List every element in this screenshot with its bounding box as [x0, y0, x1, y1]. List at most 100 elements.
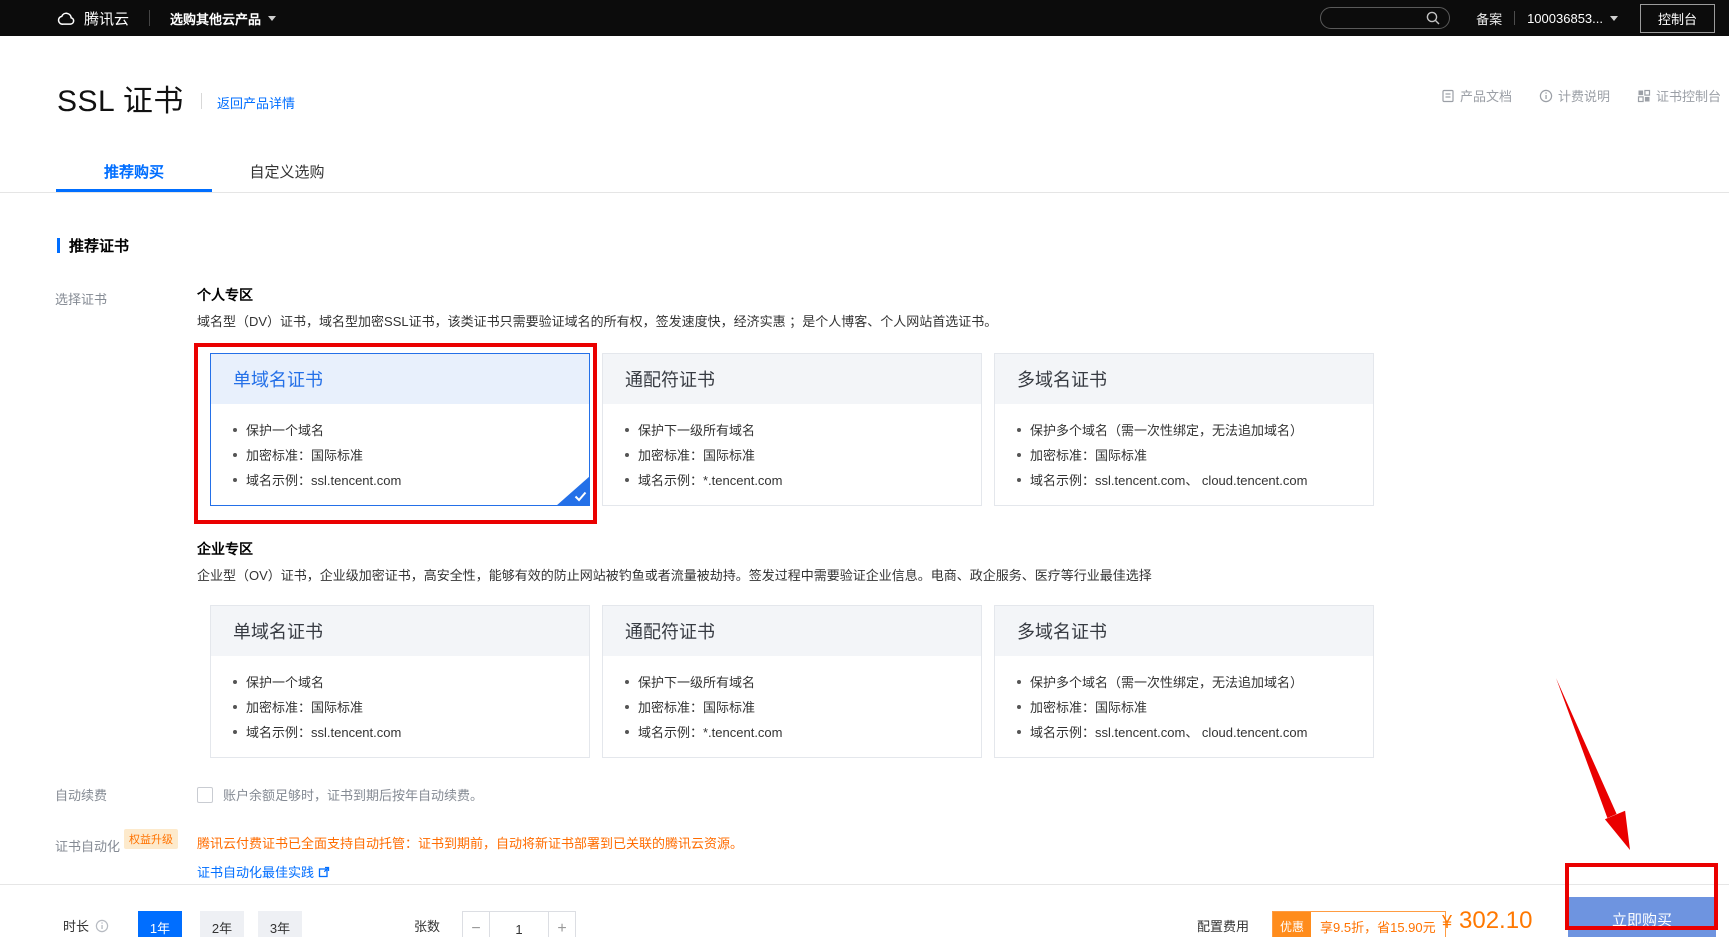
benefit-upgrade-badge: 权益升级 [124, 829, 178, 849]
card-feature: 加密标准：国际标准 [233, 442, 571, 467]
cert-automation-best-practice-link[interactable]: 证书自动化最佳实践 [197, 862, 743, 881]
cert-card-wildcard[interactable]: 通配符证书 保护下一级所有域名 加密标准：国际标准 域名示例：*.tencent… [602, 353, 982, 506]
account-id: 100036853... [1527, 11, 1603, 26]
card-feature: 加密标准：国际标准 [1017, 694, 1355, 719]
card-feature: 加密标准：国际标准 [1017, 442, 1355, 467]
logo-text: 腾讯云 [84, 8, 129, 29]
bullet-icon [233, 453, 237, 457]
bullet-icon [233, 428, 237, 432]
card-feature: 域名示例：ssl.tencent.com、 cloud.tencent.com [1017, 467, 1355, 492]
bullet-icon [1017, 453, 1021, 457]
beian-link[interactable]: 备案 [1476, 9, 1502, 28]
tab-custom[interactable]: 自定义选购 [212, 158, 362, 192]
card-feature: 域名示例：ssl.tencent.com [233, 719, 571, 744]
cert-card-single-domain-ov[interactable]: 单域名证书 保护一个域名 加密标准：国际标准 域名示例：ssl.tencent.… [210, 605, 590, 758]
select-cert-label: 选择证书 [55, 283, 197, 758]
auto-renew-checkbox[interactable] [197, 787, 213, 803]
search-icon[interactable] [1425, 10, 1441, 26]
info-icon [1539, 89, 1558, 103]
card-feature: 加密标准：国际标准 [625, 694, 963, 719]
currency-symbol: ¥ [1442, 912, 1452, 933]
bullet-icon [625, 730, 629, 734]
chevron-down-icon [1610, 16, 1618, 21]
card-feature: 保护一个域名 [233, 417, 571, 442]
quantity-input[interactable] [490, 911, 548, 937]
cert-console-link[interactable]: 证书控制台 [1637, 86, 1721, 105]
info-icon[interactable] [95, 919, 109, 933]
header-doc-links: 产品文档 计费说明 证书控制台 [1414, 86, 1721, 105]
top-navbar: 腾讯云 选购其他云产品 备案 100036853... 控制台 [0, 0, 1729, 36]
buy-now-button[interactable]: 立即购买 [1568, 897, 1716, 937]
cert-card-wildcard-ov[interactable]: 通配符证书 保护下一级所有域名 加密标准：国际标准 域名示例：*.tencent… [602, 605, 982, 758]
bullet-icon [233, 680, 237, 684]
cert-card-multi-domain-ov[interactable]: 多域名证书 保护多个域名（需一次性绑定，无法追加域名） 加密标准：国际标准 域名… [994, 605, 1374, 758]
bullet-icon [1017, 680, 1021, 684]
card-feature: 加密标准：国际标准 [625, 442, 963, 467]
duration-option-2year[interactable]: 2年 [200, 911, 244, 937]
card-title: 单域名证书 [233, 618, 323, 644]
duration-option-1year[interactable]: 1年 [138, 911, 182, 937]
navbar-search[interactable] [1320, 7, 1450, 29]
document-icon [1441, 89, 1460, 103]
section-title: 推荐证书 [69, 235, 129, 256]
account-menu[interactable]: 100036853... [1527, 11, 1618, 26]
billing-info-link[interactable]: 计费说明 [1539, 86, 1610, 105]
purchase-footer-bar: 时长 1年 2年 3年 张数 − + 配置费用 优惠 享9.5折，省15.90元… [0, 884, 1729, 937]
search-input[interactable] [1333, 11, 1425, 25]
other-products-menu[interactable]: 选购其他云产品 [170, 9, 276, 28]
card-feature: 域名示例：*.tencent.com [625, 719, 963, 744]
other-products-label: 选购其他云产品 [170, 9, 261, 28]
cert-automation-link-label: 证书自动化最佳实践 [197, 862, 314, 881]
console-button[interactable]: 控制台 [1640, 4, 1715, 33]
card-title: 通配符证书 [625, 366, 715, 392]
cloud-logo-icon [55, 9, 84, 27]
card-feature: 保护下一级所有域名 [625, 669, 963, 694]
card-title: 通配符证书 [625, 618, 715, 644]
card-title: 多域名证书 [1017, 366, 1107, 392]
auto-renew-text: 账户余额足够时，证书到期后按年自动续费。 [223, 785, 483, 804]
cert-automation-notice: 腾讯云付费证书已全面支持自动托管：证书到期前，自动将新证书部署到已关联的腾讯云资… [197, 836, 743, 852]
section-accent-bar [57, 238, 60, 253]
navbar-divider [1514, 11, 1515, 25]
enterprise-zone-desc: 企业型（OV）证书，企业级加密证书，高安全性，能够有效的防止网站被钓鱼或者流量被… [197, 568, 1386, 584]
personal-zone-title: 个人专区 [197, 285, 1386, 305]
tab-recommended[interactable]: 推荐购买 [56, 158, 212, 192]
personal-zone-desc: 域名型（DV）证书，域名型加密SSL证书，该类证书只需要验证域名的所有权，签发速… [197, 314, 1386, 330]
card-feature: 保护多个域名（需一次性绑定，无法追加域名） [1017, 669, 1355, 694]
card-feature: 加密标准：国际标准 [233, 694, 571, 719]
cert-card-single-domain[interactable]: 单域名证书 保护一个域名 加密标准：国际标准 域名示例：ssl.tencent.… [210, 353, 590, 506]
bullet-icon [1017, 478, 1021, 482]
price-value: 302.10 [1459, 907, 1532, 935]
page-title: SSL 证书 [57, 76, 184, 120]
chevron-down-icon [268, 16, 276, 21]
title-divider [201, 93, 202, 109]
total-price: ¥ 302.10 [1442, 907, 1532, 935]
bullet-icon [625, 428, 629, 432]
tencent-cloud-logo[interactable]: 腾讯云 [55, 8, 129, 29]
cert-automation-label: 证书自动化 [55, 836, 120, 855]
duration-label: 时长 [63, 916, 89, 935]
card-title: 单域名证书 [233, 366, 323, 392]
navbar-divider [149, 10, 150, 26]
purchase-tabs: 推荐购买 自定义选购 [0, 158, 1729, 193]
bullet-icon [233, 730, 237, 734]
grid-icon [1637, 89, 1656, 103]
bullet-icon [1017, 730, 1021, 734]
auto-renew-label: 自动续费 [55, 785, 197, 804]
cost-label: 配置费用 [1197, 916, 1249, 935]
quantity-plus-button[interactable]: + [548, 911, 576, 937]
billing-info-label: 计费说明 [1558, 86, 1610, 105]
product-docs-link[interactable]: 产品文档 [1441, 86, 1512, 105]
duration-option-3year[interactable]: 3年 [258, 911, 302, 937]
card-feature: 保护一个域名 [233, 669, 571, 694]
cert-card-multi-domain[interactable]: 多域名证书 保护多个域名（需一次性绑定，无法追加域名） 加密标准：国际标准 域名… [994, 353, 1374, 506]
discount-badge: 优惠 享9.5折，省15.90元 [1272, 911, 1446, 937]
bullet-icon [233, 478, 237, 482]
quantity-minus-button[interactable]: − [462, 911, 490, 937]
card-feature: 保护下一级所有域名 [625, 417, 963, 442]
card-title: 多域名证书 [1017, 618, 1107, 644]
bullet-icon [625, 680, 629, 684]
back-to-product-link[interactable]: 返回产品详情 [217, 93, 295, 112]
card-feature: 域名示例：*.tencent.com [625, 467, 963, 492]
bullet-icon [233, 705, 237, 709]
